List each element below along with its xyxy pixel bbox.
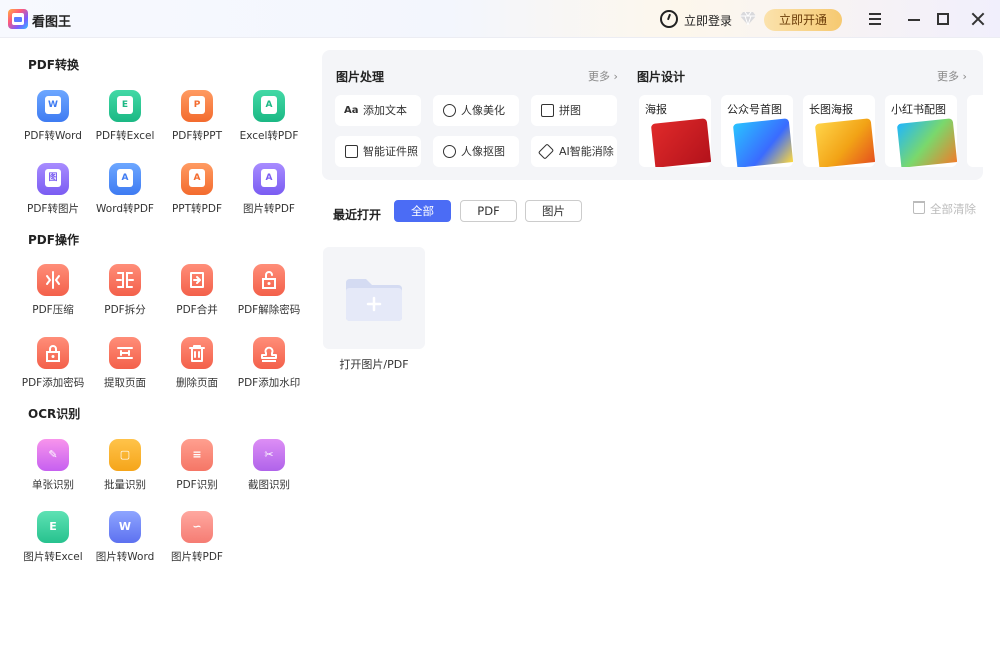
tool-pdf-to-excel[interactable]: E PDF转Excel bbox=[85, 90, 165, 154]
image-design-more-link[interactable]: 更多 › bbox=[937, 68, 967, 84]
image-design-title: 图片设计 bbox=[637, 70, 686, 84]
tool-delete-pages[interactable]: 删除页面 bbox=[157, 337, 237, 401]
tool-batch-ocr[interactable]: ▢ 批量识别 bbox=[85, 439, 165, 503]
tool-extract-pages[interactable]: 提取页面 bbox=[85, 337, 165, 401]
stamp-icon bbox=[253, 337, 285, 369]
tab-image[interactable]: 图片 bbox=[525, 200, 582, 222]
id-photo-icon bbox=[345, 145, 358, 158]
tool-pdf-to-word[interactable]: W PDF转Word bbox=[13, 90, 93, 154]
minimize-icon[interactable] bbox=[904, 9, 924, 29]
eraser-icon bbox=[537, 143, 555, 160]
design-poster[interactable]: 海报 bbox=[639, 95, 711, 167]
word-to-pdf-icon: A bbox=[109, 163, 141, 195]
tools-panel: PDF转换 W PDF转Word E PDF转Excel P PDF转PPT A… bbox=[0, 38, 320, 666]
tool-image-to-pdf[interactable]: A 图片转PDF bbox=[229, 163, 309, 227]
long-poster-thumbnail bbox=[814, 118, 875, 167]
extract-pages-icon bbox=[109, 337, 141, 369]
tool-image-to-excel[interactable]: E 图片转Excel bbox=[13, 511, 93, 575]
image-to-pdf-icon: A bbox=[253, 163, 285, 195]
tool-image-to-word[interactable]: W 图片转Word bbox=[85, 511, 165, 575]
tool-pdf-to-image[interactable]: 图 PDF转图片 bbox=[13, 163, 93, 227]
open-file-label: 打开图片/PDF bbox=[339, 358, 409, 371]
vip-diamond-icon bbox=[740, 11, 756, 25]
xiaohongshu-thumbnail bbox=[896, 118, 957, 167]
batch-ocr-icon: ▢ bbox=[109, 439, 141, 471]
poster-thumbnail bbox=[650, 118, 711, 167]
text-icon: Aa bbox=[344, 105, 359, 116]
add-text-button[interactable]: Aa 添加文本 bbox=[335, 95, 421, 126]
lock-icon bbox=[37, 337, 69, 369]
close-icon[interactable] bbox=[968, 9, 988, 29]
image-to-excel-icon: E bbox=[37, 511, 69, 543]
login-link[interactable]: 立即登录 bbox=[684, 12, 732, 29]
unlock-icon bbox=[253, 264, 285, 296]
title-bar: 看图王 立即登录 立即开通 bbox=[0, 0, 1000, 38]
user-login-icon[interactable] bbox=[660, 10, 678, 28]
excel-to-pdf-icon: A bbox=[253, 90, 285, 122]
clear-all-button[interactable]: 全部清除 bbox=[930, 201, 976, 217]
section-title-ocr: OCR识别 bbox=[28, 407, 81, 421]
tool-screenshot-ocr[interactable]: ✂ 截图识别 bbox=[229, 439, 309, 503]
image-to-word-icon: W bbox=[109, 511, 141, 543]
folder-add-icon bbox=[346, 279, 402, 321]
tool-pdf-split[interactable]: PDF拆分 bbox=[85, 264, 165, 328]
tab-pdf[interactable]: PDF bbox=[460, 200, 517, 222]
tool-excel-to-pdf[interactable]: A Excel转PDF bbox=[229, 90, 309, 154]
design-next-partial[interactable] bbox=[967, 95, 983, 167]
app-title: 看图王 bbox=[32, 15, 72, 30]
ppt-to-pdf-icon: A bbox=[181, 163, 213, 195]
tool-ppt-to-pdf[interactable]: A PPT转PDF bbox=[157, 163, 237, 227]
maximize-icon[interactable] bbox=[933, 9, 953, 29]
tool-word-to-pdf[interactable]: A Word转PDF bbox=[85, 163, 165, 227]
grid-icon bbox=[541, 104, 554, 117]
feature-card: 图片处理 更多 › Aa 添加文本 人像美化 拼图 智能证件照 人像抠图 AI智… bbox=[322, 50, 983, 180]
compress-icon bbox=[37, 264, 69, 296]
scissors-icon: ✂ bbox=[253, 439, 285, 471]
tool-pdf-watermark[interactable]: PDF添加水印 bbox=[229, 337, 309, 401]
collage-button[interactable]: 拼图 bbox=[531, 95, 617, 126]
app-logo-icon bbox=[8, 9, 28, 29]
clear-trash-icon bbox=[913, 201, 925, 214]
open-vip-button[interactable]: 立即开通 bbox=[764, 9, 842, 31]
image-processing-more-link[interactable]: 更多 › bbox=[588, 68, 618, 84]
ocr-image-to-pdf-icon: ∽ bbox=[181, 511, 213, 543]
split-icon bbox=[109, 264, 141, 296]
menu-icon[interactable] bbox=[865, 9, 885, 29]
tool-pdf-remove-password[interactable]: PDF解除密码 bbox=[229, 264, 309, 328]
design-long-poster[interactable]: 长图海报 bbox=[803, 95, 875, 167]
tool-pdf-compress[interactable]: PDF压缩 bbox=[13, 264, 93, 328]
trash-icon bbox=[181, 337, 213, 369]
merge-icon bbox=[181, 264, 213, 296]
portrait-beauty-button[interactable]: 人像美化 bbox=[433, 95, 519, 126]
open-file-tile[interactable] bbox=[323, 247, 425, 349]
pdf-to-excel-icon: E bbox=[109, 90, 141, 122]
id-photo-button[interactable]: 智能证件照 bbox=[335, 136, 421, 167]
design-xiaohongshu[interactable]: 小红书配图 bbox=[885, 95, 957, 167]
design-wechat-cover[interactable]: 公众号首图 bbox=[721, 95, 793, 167]
ai-erase-button[interactable]: AI智能消除 bbox=[531, 136, 617, 167]
tool-pdf-to-ppt[interactable]: P PDF转PPT bbox=[157, 90, 237, 154]
section-title-convert: PDF转换 bbox=[28, 58, 79, 72]
tool-pdf-merge[interactable]: PDF合并 bbox=[157, 264, 237, 328]
recent-title: 最近打开 bbox=[333, 208, 382, 222]
single-ocr-icon: ✎ bbox=[37, 439, 69, 471]
pdf-ocr-icon: ≡ bbox=[181, 439, 213, 471]
wechat-cover-thumbnail bbox=[732, 118, 793, 167]
cutout-icon bbox=[443, 145, 456, 158]
tool-ocr-image-to-pdf[interactable]: ∽ 图片转PDF bbox=[157, 511, 237, 575]
pdf-to-image-icon: 图 bbox=[37, 163, 69, 195]
pdf-to-word-icon: W bbox=[37, 90, 69, 122]
tab-all[interactable]: 全部 bbox=[394, 200, 451, 222]
tool-pdf-ocr[interactable]: ≡ PDF识别 bbox=[157, 439, 237, 503]
pdf-to-ppt-icon: P bbox=[181, 90, 213, 122]
image-processing-title: 图片处理 bbox=[336, 70, 385, 84]
face-icon bbox=[443, 104, 456, 117]
portrait-cutout-button[interactable]: 人像抠图 bbox=[433, 136, 519, 167]
section-title-ops: PDF操作 bbox=[28, 233, 79, 247]
tool-single-ocr[interactable]: ✎ 单张识别 bbox=[13, 439, 93, 503]
tool-pdf-add-password[interactable]: PDF添加密码 bbox=[13, 337, 93, 401]
